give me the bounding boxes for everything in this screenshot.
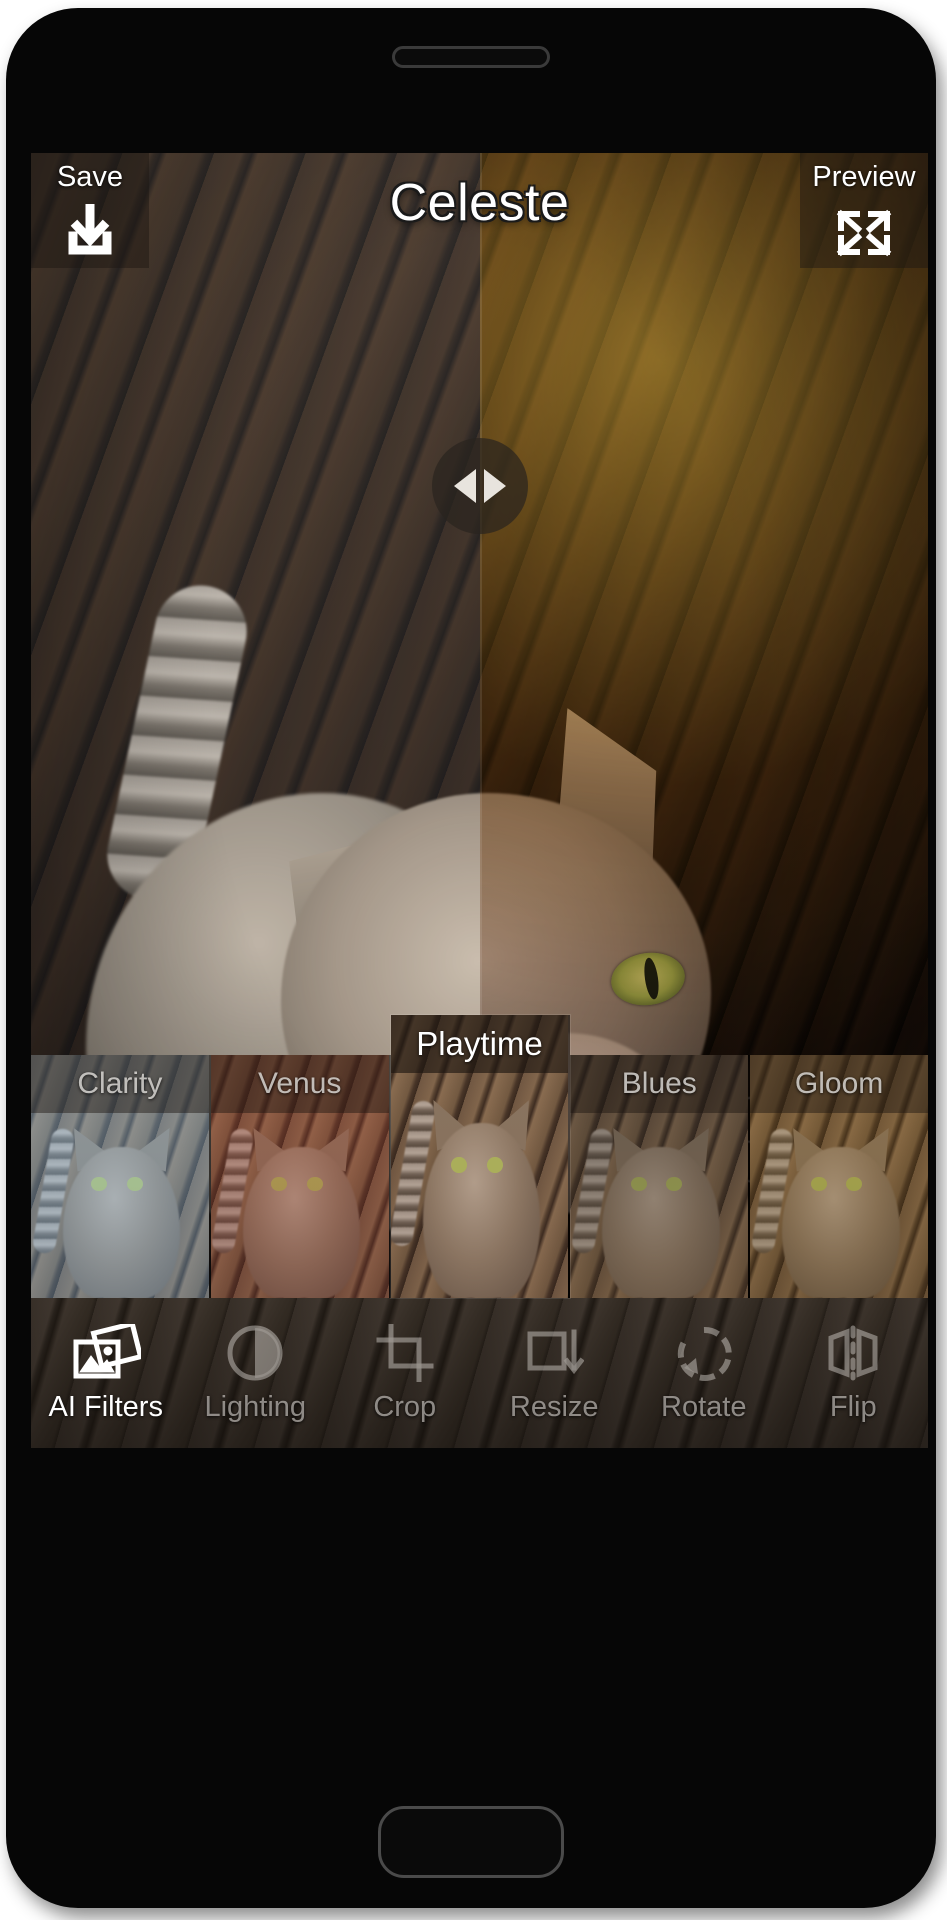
toolbar-item-label: Flip — [829, 1390, 877, 1423]
save-button-label: Save — [56, 161, 124, 193]
compare-slider-handle[interactable] — [431, 438, 528, 534]
half-circle-icon — [226, 1323, 284, 1383]
filter-item-gloom[interactable]: Gloom — [750, 1055, 928, 1298]
save-button[interactable]: Save — [31, 153, 149, 268]
filter-label: Venus — [257, 1067, 342, 1100]
filter-label-bar: Playtime — [390, 1015, 569, 1073]
photo-editor-app: Save Celeste Preview Clarity Venus Playt… — [31, 153, 928, 1448]
arrow-right-icon — [483, 469, 506, 503]
preview-button[interactable]: Preview — [800, 153, 928, 268]
toolbar-item-rotate[interactable]: Rotate — [629, 1298, 779, 1448]
toolbar-item-label: Resize — [509, 1390, 599, 1423]
filter-label: Clarity — [77, 1067, 163, 1100]
filter-item-clarity[interactable]: Clarity — [31, 1055, 211, 1298]
toolbar-item-label: Rotate — [661, 1390, 747, 1423]
bottom-toolbar[interactable]: AI Filters Lighting Crop Resize Rotate Flip — [31, 1298, 928, 1448]
toolbar-item-ai-filters[interactable]: AI Filters — [31, 1298, 181, 1448]
toolbar-item-label: AI Filters — [48, 1390, 163, 1423]
expand-arrows-icon — [833, 204, 895, 267]
flip-icon — [823, 1323, 883, 1383]
rotate-icon — [674, 1323, 734, 1383]
phone-frame: Save Celeste Preview Clarity Venus Playt… — [6, 8, 936, 1908]
filter-label-bar: Gloom — [750, 1055, 928, 1113]
toolbar-item-lighting[interactable]: Lighting — [181, 1298, 331, 1448]
filter-label-bar: Clarity — [31, 1055, 209, 1113]
toolbar-item-resize[interactable]: Resize — [480, 1298, 630, 1448]
arrow-left-icon — [453, 469, 476, 503]
toolbar-item-flip[interactable]: Flip — [779, 1298, 929, 1448]
toolbar-item-label: Lighting — [204, 1390, 307, 1423]
photo-stack-icon — [71, 1323, 141, 1383]
filter-item-playtime[interactable]: Playtime — [390, 1015, 571, 1298]
filter-strip[interactable]: Clarity Venus Playtime Blues Gloom — [31, 1015, 928, 1298]
preview-button-label: Preview — [812, 161, 916, 193]
filter-label-bar: Venus — [210, 1055, 389, 1113]
earpiece-speaker — [392, 46, 550, 68]
filter-label: Blues — [621, 1067, 697, 1100]
toolbar-item-crop[interactable]: Crop — [330, 1298, 480, 1448]
filter-label-bar: Blues — [570, 1055, 749, 1113]
filter-label: Gloom — [794, 1067, 884, 1100]
filter-label: Playtime — [416, 1025, 543, 1062]
home-button[interactable] — [378, 1806, 564, 1878]
toolbar-item-label: Crop — [373, 1390, 437, 1423]
crop-icon — [375, 1323, 435, 1383]
filter-item-venus[interactable]: Venus — [210, 1055, 391, 1298]
resize-icon — [524, 1323, 585, 1383]
download-icon — [61, 201, 119, 261]
filter-item-blues[interactable]: Blues — [570, 1055, 751, 1298]
